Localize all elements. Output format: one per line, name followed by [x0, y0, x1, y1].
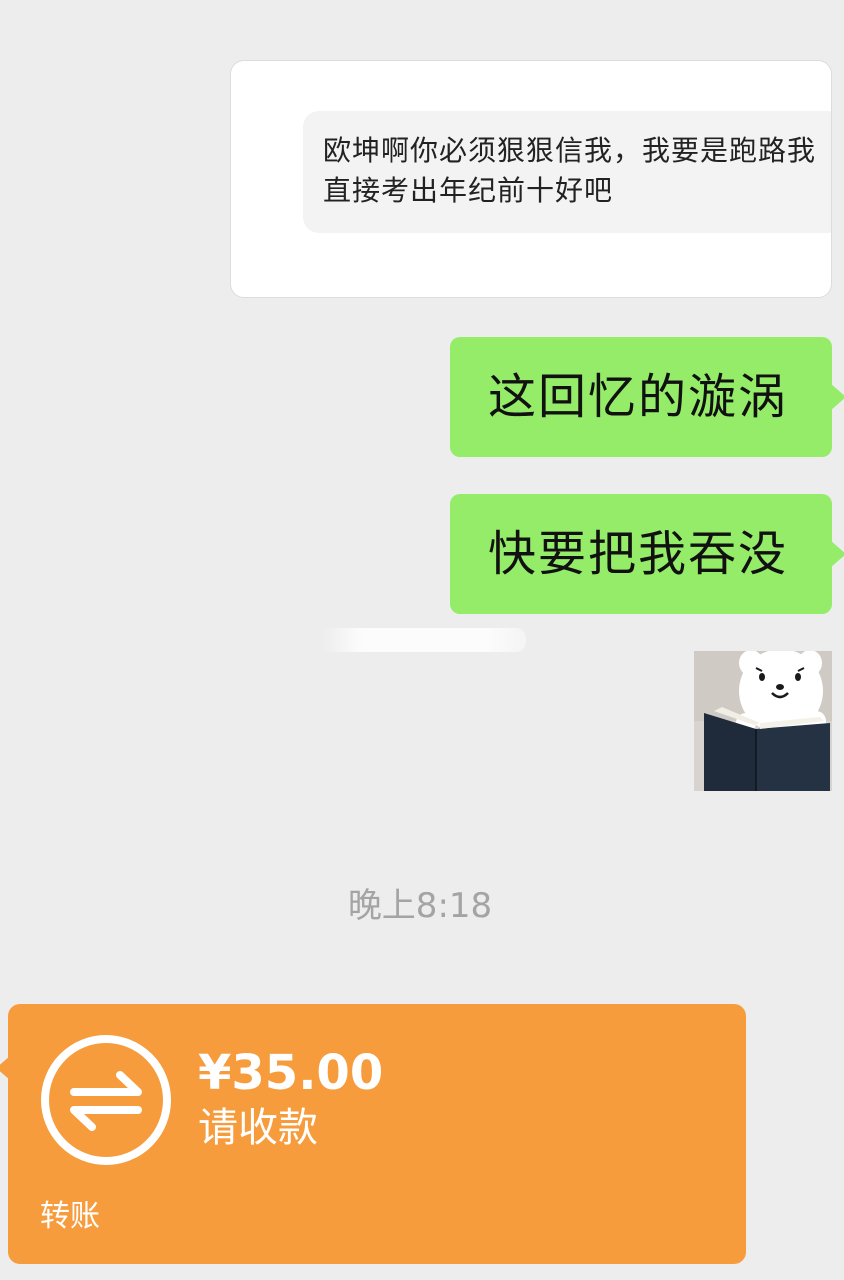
transfer-card[interactable]: ¥35.00 请收款 转账 — [0, 1004, 746, 1264]
transfer-status: 请收款 — [198, 1105, 318, 1151]
message-text: 这回忆的漩涡 — [488, 369, 789, 425]
quoted-message-text: 欧坤啊你必须狠狠信我，我要是跑路我直接考出年纪前十好吧 — [323, 134, 817, 207]
transfer-arrows-icon — [41, 1035, 171, 1165]
quoted-message-bubble: 欧坤啊你必须狠狠信我，我要是跑路我直接考出年纪前十好吧 — [303, 111, 831, 233]
sticker-image — [694, 651, 832, 791]
blurred-smudge — [322, 628, 526, 652]
outgoing-message-bubble[interactable]: 快要把我吞没 — [450, 494, 844, 614]
transfer-label: 转账 — [40, 1199, 100, 1234]
bear-reading-book-sticker[interactable] — [694, 651, 832, 791]
message-text: 快要把我吞没 — [488, 526, 789, 582]
outgoing-message-bubble[interactable]: 这回忆的漩涡 — [450, 337, 844, 457]
message-timestamp: 晚上8:18 — [347, 886, 493, 926]
transfer-amount: ¥35.00 — [198, 1045, 384, 1101]
quoted-image-card[interactable]: 欧坤啊你必须狠狠信我，我要是跑路我直接考出年纪前十好吧 — [230, 60, 832, 298]
image-edge-blur — [231, 99, 283, 219]
